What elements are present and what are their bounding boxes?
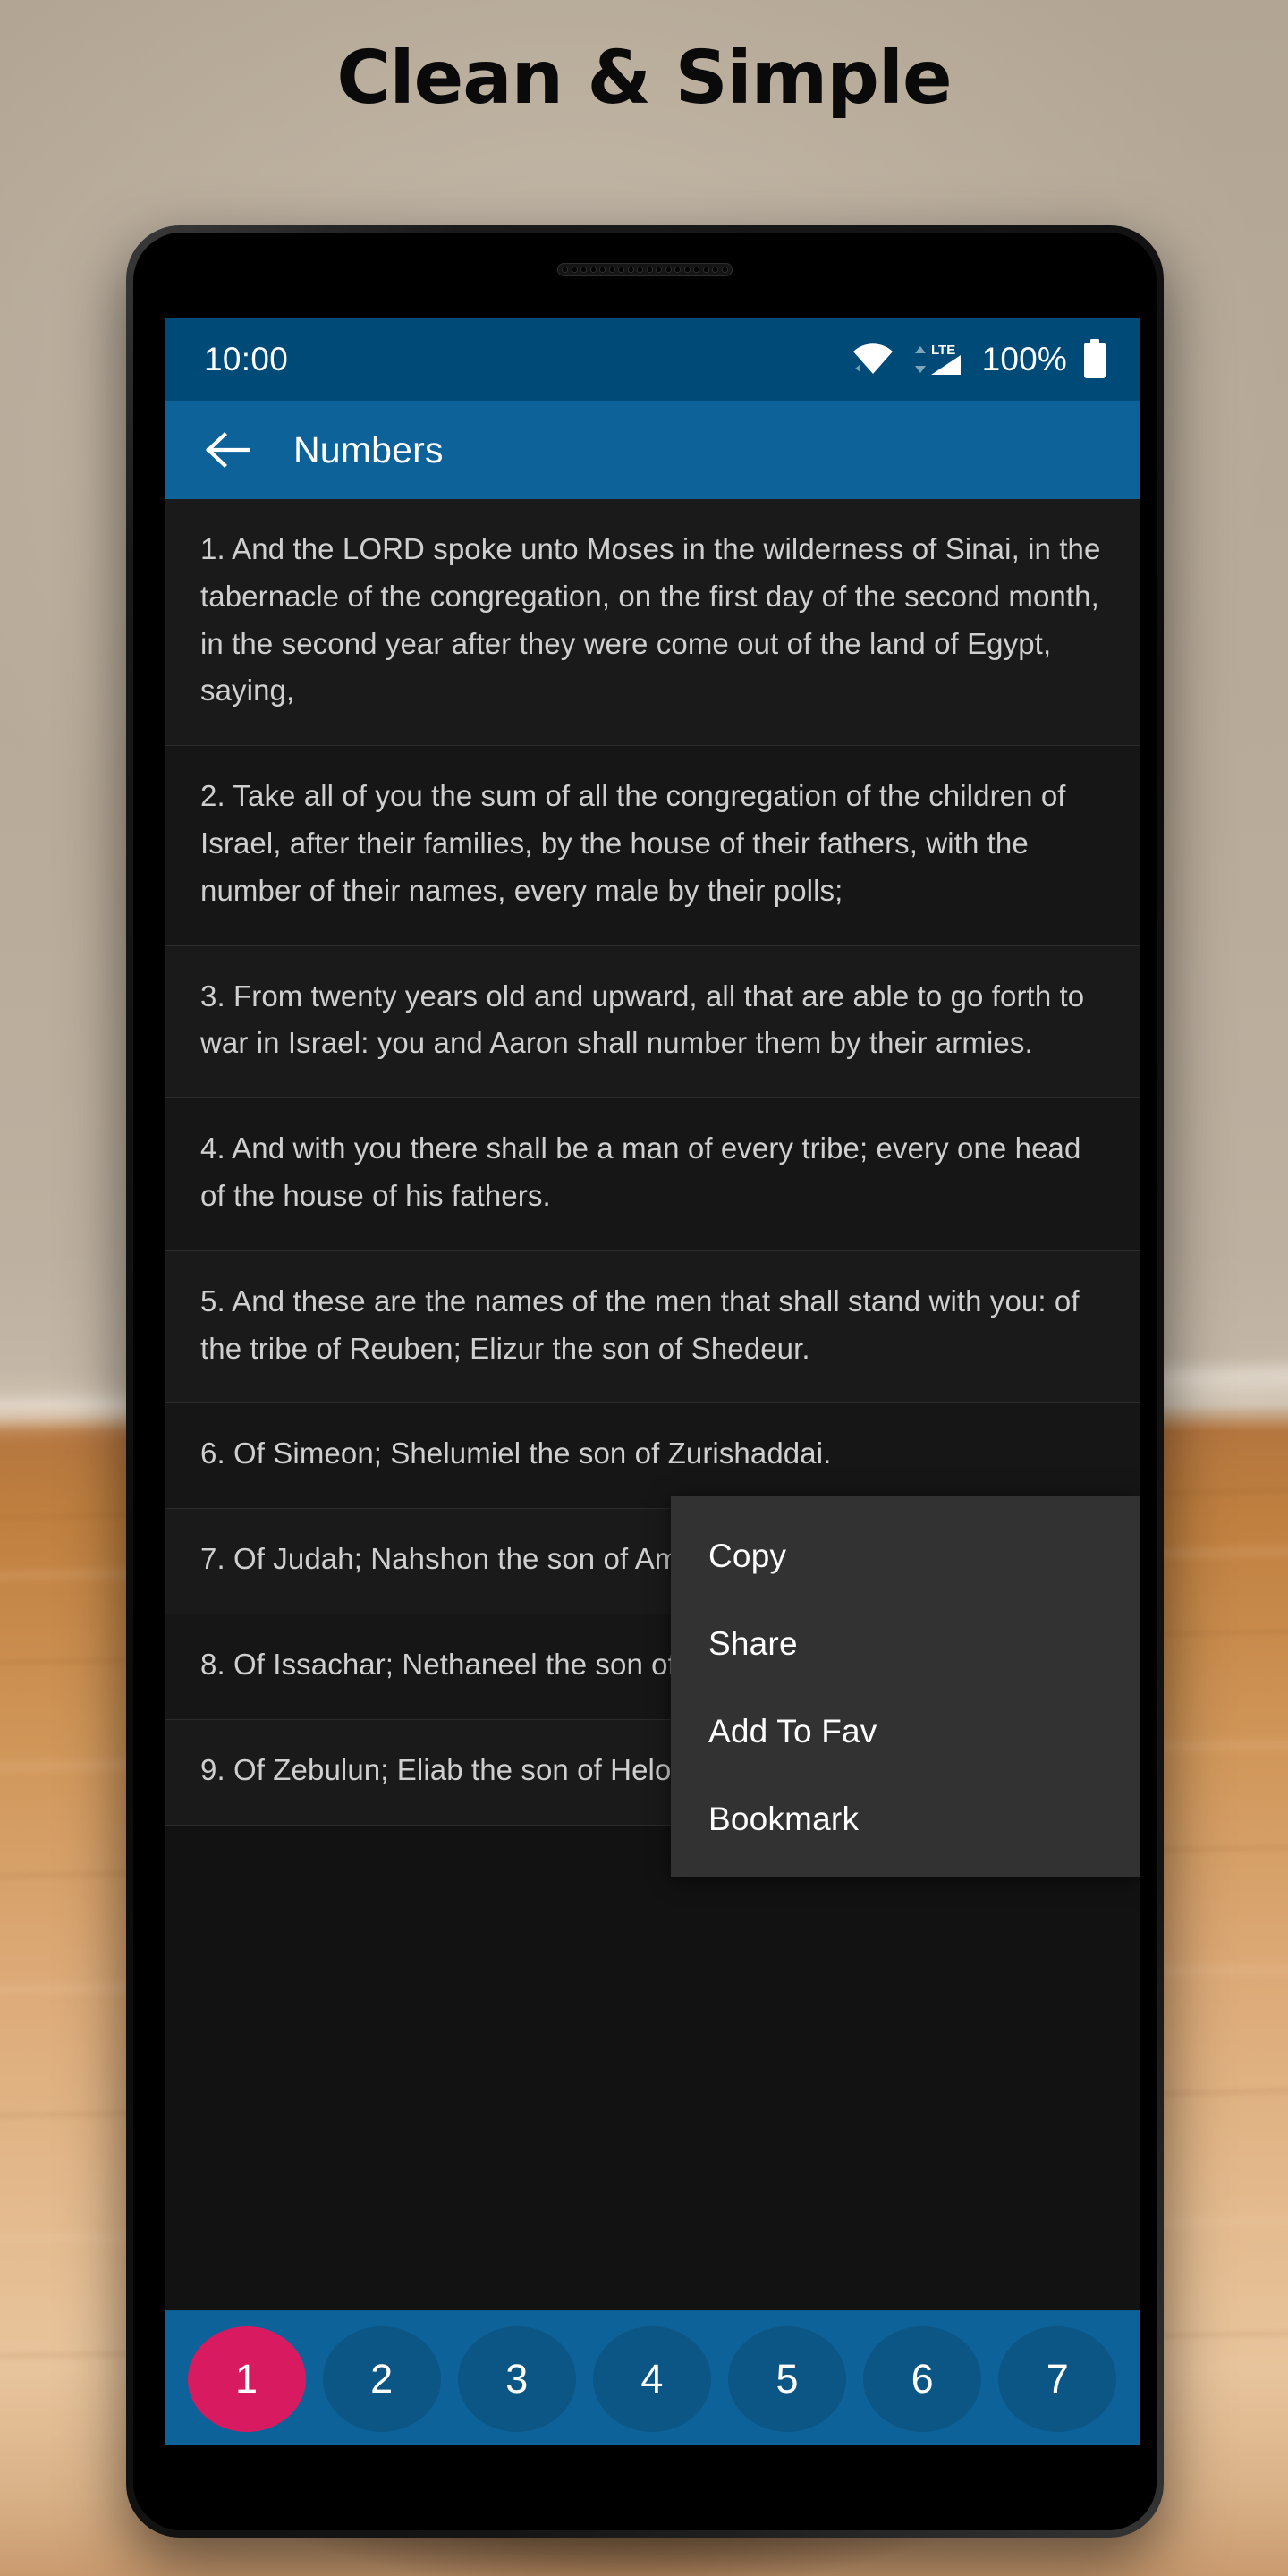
lte-signal-icon: LTE xyxy=(914,343,961,375)
phone-bottom-chin xyxy=(133,2445,1157,2530)
phone-bezel: 10:00 LTE 100% Numbers 1. And the LORD s… xyxy=(133,233,1157,2530)
battery-percentage-label: 100% xyxy=(981,340,1067,377)
verse-item[interactable]: 3. From twenty years old and upward, all… xyxy=(165,945,1140,1099)
verse-list[interactable]: 1. And the LORD spoke unto Moses in the … xyxy=(165,499,1140,2310)
menu-item-share[interactable]: Share xyxy=(671,1600,1140,1688)
battery-full-icon xyxy=(1084,338,1106,378)
pagination-page-4[interactable]: 4 xyxy=(592,2326,711,2432)
status-bar-icons: LTE 100% xyxy=(852,338,1107,380)
wifi-icon xyxy=(852,343,893,374)
phone-screen: 10:00 LTE 100% Numbers 1. And the LORD s… xyxy=(165,318,1140,2446)
pagination-bar: 1 2 3 4 5 6 7 xyxy=(165,2310,1140,2446)
verse-item[interactable]: 2. Take all of you the sum of all the co… xyxy=(165,746,1140,946)
status-bar-clock: 10:00 xyxy=(204,340,289,377)
verse-item[interactable]: 5. And these are the names of the men th… xyxy=(165,1250,1140,1404)
pagination-page-1[interactable]: 1 xyxy=(187,2326,306,2432)
pagination-page-7[interactable]: 7 xyxy=(998,2326,1117,2432)
pagination-page-5[interactable]: 5 xyxy=(728,2326,847,2432)
earpiece-speaker-grille xyxy=(557,263,733,276)
pagination-page-6[interactable]: 6 xyxy=(863,2326,982,2432)
app-bar: Numbers xyxy=(165,401,1140,499)
arrow-left-icon[interactable] xyxy=(206,431,250,469)
status-bar: 10:00 LTE 100% xyxy=(165,318,1140,401)
phone-mockup: 10:00 LTE 100% Numbers 1. And the LORD s… xyxy=(126,225,1164,2538)
pagination-page-3[interactable]: 3 xyxy=(457,2326,576,2432)
verse-context-menu[interactable]: Copy Share Add To Fav Bookmark xyxy=(671,1496,1140,1877)
page-headline: Clean & Simple xyxy=(336,36,952,121)
verse-item[interactable]: 4. And with you there shall be a man of … xyxy=(165,1098,1140,1251)
menu-item-copy[interactable]: Copy xyxy=(671,1513,1140,1600)
verse-item[interactable]: 6. Of Simeon; Shelumiel the son of Zuris… xyxy=(165,1403,1140,1510)
pagination-page-2[interactable]: 2 xyxy=(322,2326,441,2432)
verse-item[interactable]: 1. And the LORD spoke unto Moses in the … xyxy=(165,499,1140,747)
menu-item-add-to-fav[interactable]: Add To Fav xyxy=(671,1688,1140,1775)
svg-text:LTE: LTE xyxy=(931,343,955,358)
page-title: Numbers xyxy=(293,428,444,470)
menu-item-bookmark[interactable]: Bookmark xyxy=(671,1775,1140,1863)
